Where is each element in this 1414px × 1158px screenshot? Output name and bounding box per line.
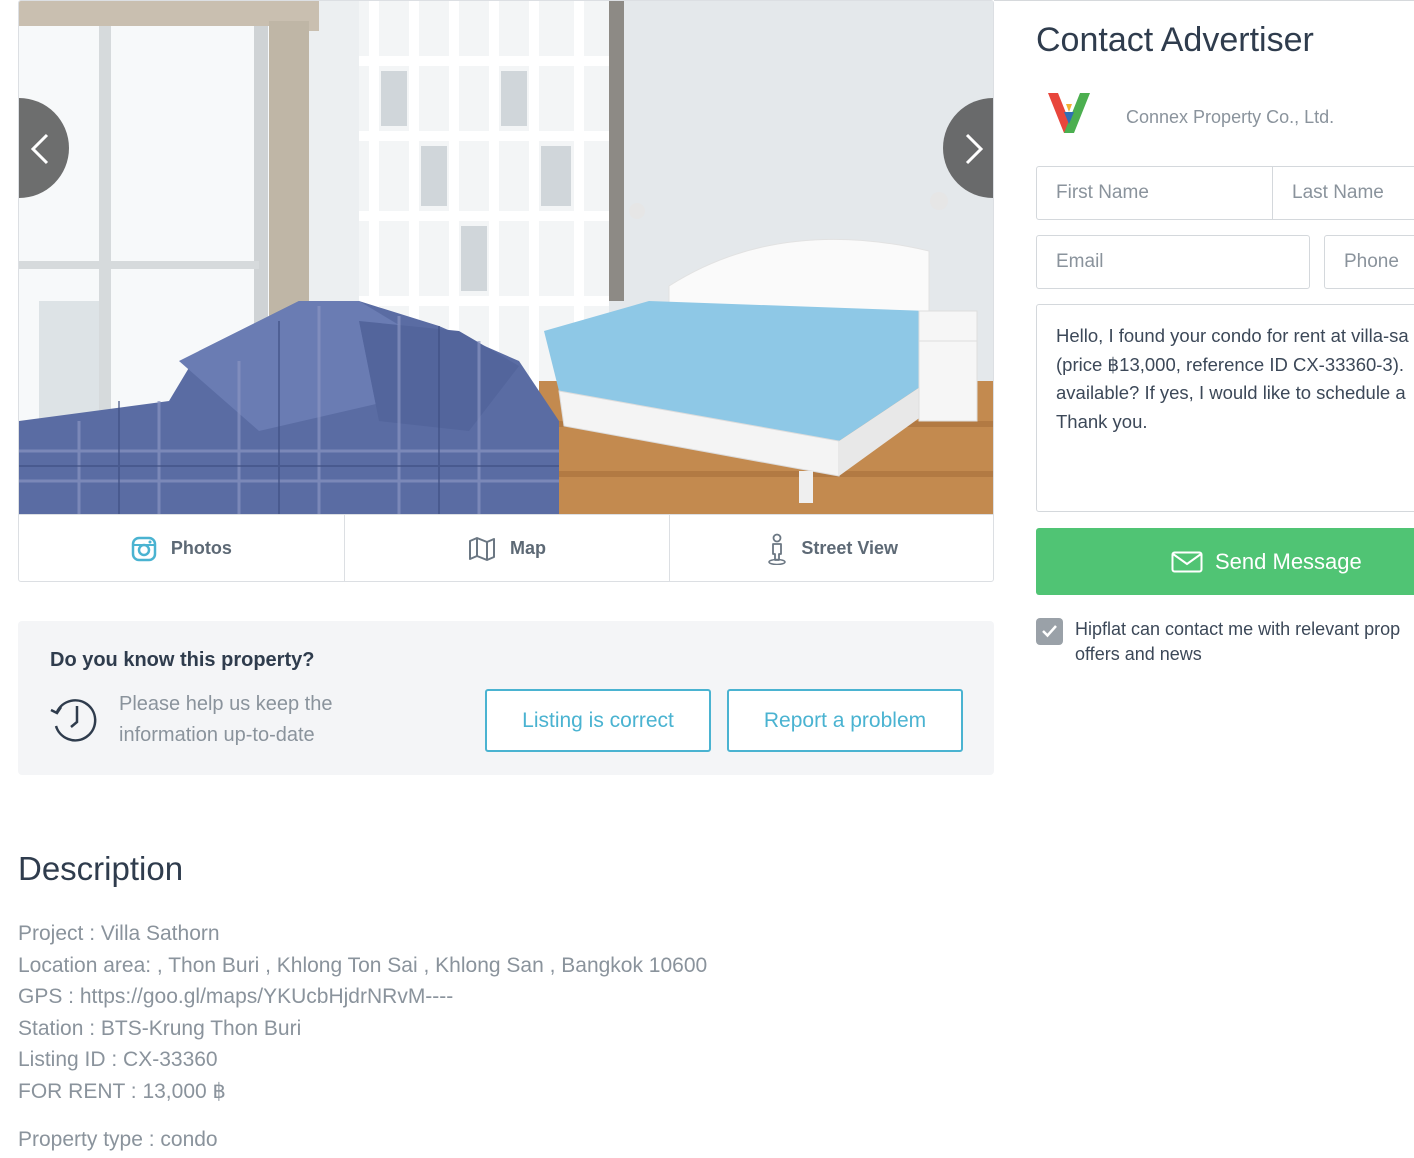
tab-map-label: Map [510,538,546,558]
contact-panel: Contact Advertiser Connex Property Co., … [994,0,1414,700]
message-line: Thank you. [1056,410,1148,432]
consent-text-line: Hipflat can contact me with relevant pro… [1075,619,1401,639]
history-icon [50,699,97,742]
description-station: Station : BTS-Krung Thon Buri [18,1016,302,1040]
chevron-left-icon [30,133,49,165]
report-problem-button[interactable]: Report a problem [727,689,963,752]
description-listing-id: Listing ID : CX-33360 [18,1048,218,1071]
map-icon [469,536,495,561]
message-line: (price ฿13,000, reference ID CX-33360-3)… [1056,353,1405,375]
message-line: Hello, I found your condo for rent at vi… [1056,325,1409,346]
feedback-text-line: information up-to-date [119,724,315,746]
checkmark-icon [1042,625,1057,638]
agent-name: Connex Property Co., Ltd. [1126,107,1335,127]
feedback-text-line: Please help us keep the [119,693,333,715]
tab-street-view[interactable]: Street View [670,515,993,581]
tab-photos[interactable]: Photos [19,515,345,581]
agent-logo [1048,93,1090,133]
description-gps: GPS : https://goo.gl/maps/YKUcbHjdrNRvM-… [18,985,454,1008]
instagram-icon [131,536,157,561]
tab-street-view-label: Street View [801,538,899,558]
tab-map[interactable]: Map [345,515,671,581]
description-location: Location area: , Thon Buri , Khlong Ton … [18,953,708,977]
description-details: Project : Villa Sathorn Location area: ,… [18,918,707,1107]
gallery-tabs: Photos Map Street View [19,514,993,581]
pegman-icon [768,533,787,565]
listing-correct-button[interactable]: Listing is correct [485,689,711,752]
first-name-field[interactable]: First Name [1036,166,1273,220]
listing-photo[interactable] [19,1,993,514]
send-message-button[interactable]: Send Message [1036,528,1414,595]
photo-gallery: Photos Map Street View [18,0,994,582]
feedback-description: Please help us keep the information up-t… [119,689,399,751]
message-line: available? If yes, I would like to sched… [1056,382,1406,403]
email-field[interactable]: Email [1036,235,1310,289]
description-property-type: Property type : condo [18,1128,218,1151]
message-textarea[interactable]: Hello, I found your condo for rent at vi… [1036,304,1414,512]
envelope-icon [1171,551,1203,572]
contact-title: Contact Advertiser [1036,21,1314,59]
description-project: Project : Villa Sathorn [18,922,220,945]
description-title: Description [18,850,184,887]
description-rent-price: FOR RENT : 13,000 ฿ [18,1079,226,1103]
property-feedback-box: Do you know this property? Please help u… [18,621,994,775]
phone-field[interactable]: Phone [1324,235,1414,289]
consent-text-line: offers and news [1075,644,1202,664]
last-name-field[interactable]: Last Name [1272,166,1414,220]
consent-checkbox[interactable] [1036,618,1063,645]
send-message-label: Send Message [1215,548,1362,574]
feedback-title: Do you know this property? [50,649,315,671]
consent-label: Hipflat can contact me with relevant pro… [1075,617,1400,667]
chevron-right-icon [965,133,984,165]
tab-photos-label: Photos [170,538,232,558]
